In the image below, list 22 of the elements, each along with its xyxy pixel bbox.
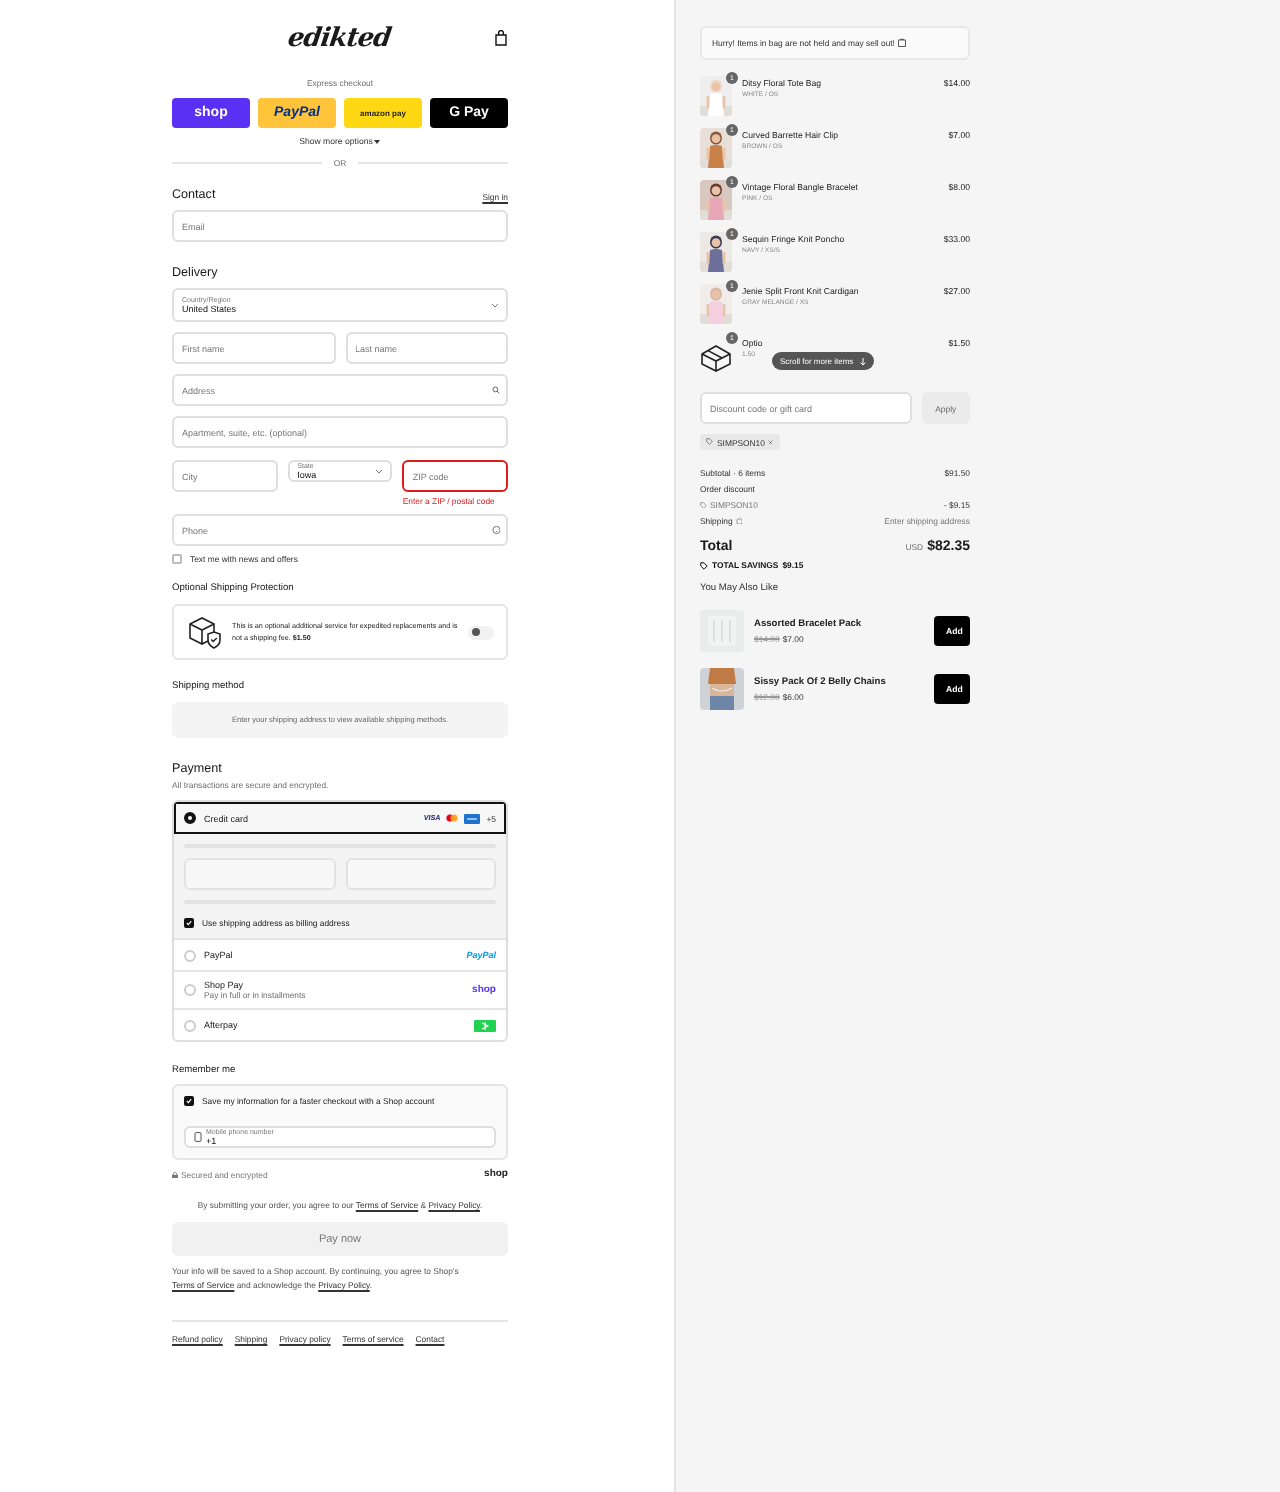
lock-icon — [172, 1171, 178, 1179]
brand-logo: edikted — [286, 23, 394, 53]
checkbox[interactable] — [184, 1096, 194, 1106]
checkbox[interactable] — [172, 554, 182, 564]
info-icon — [735, 517, 743, 525]
tag-icon — [706, 438, 713, 446]
tag-icon — [700, 561, 708, 569]
caret-icon — [374, 139, 381, 143]
package-shield-icon — [186, 614, 222, 650]
tag-icon — [700, 501, 707, 509]
protection-toggle[interactable] — [468, 625, 494, 639]
phone-icon — [194, 1132, 202, 1142]
circles-card-icon — [446, 814, 459, 822]
card-icon — [464, 813, 481, 823]
help-icon — [491, 525, 500, 535]
bag-icon[interactable] — [494, 30, 508, 46]
checkbox[interactable] — [184, 918, 194, 928]
bag-icon — [898, 38, 907, 48]
payment-logo-icon — [474, 1019, 496, 1031]
package-icon — [700, 344, 732, 372]
search-icon — [492, 386, 500, 394]
arrow-down-icon — [859, 357, 866, 365]
